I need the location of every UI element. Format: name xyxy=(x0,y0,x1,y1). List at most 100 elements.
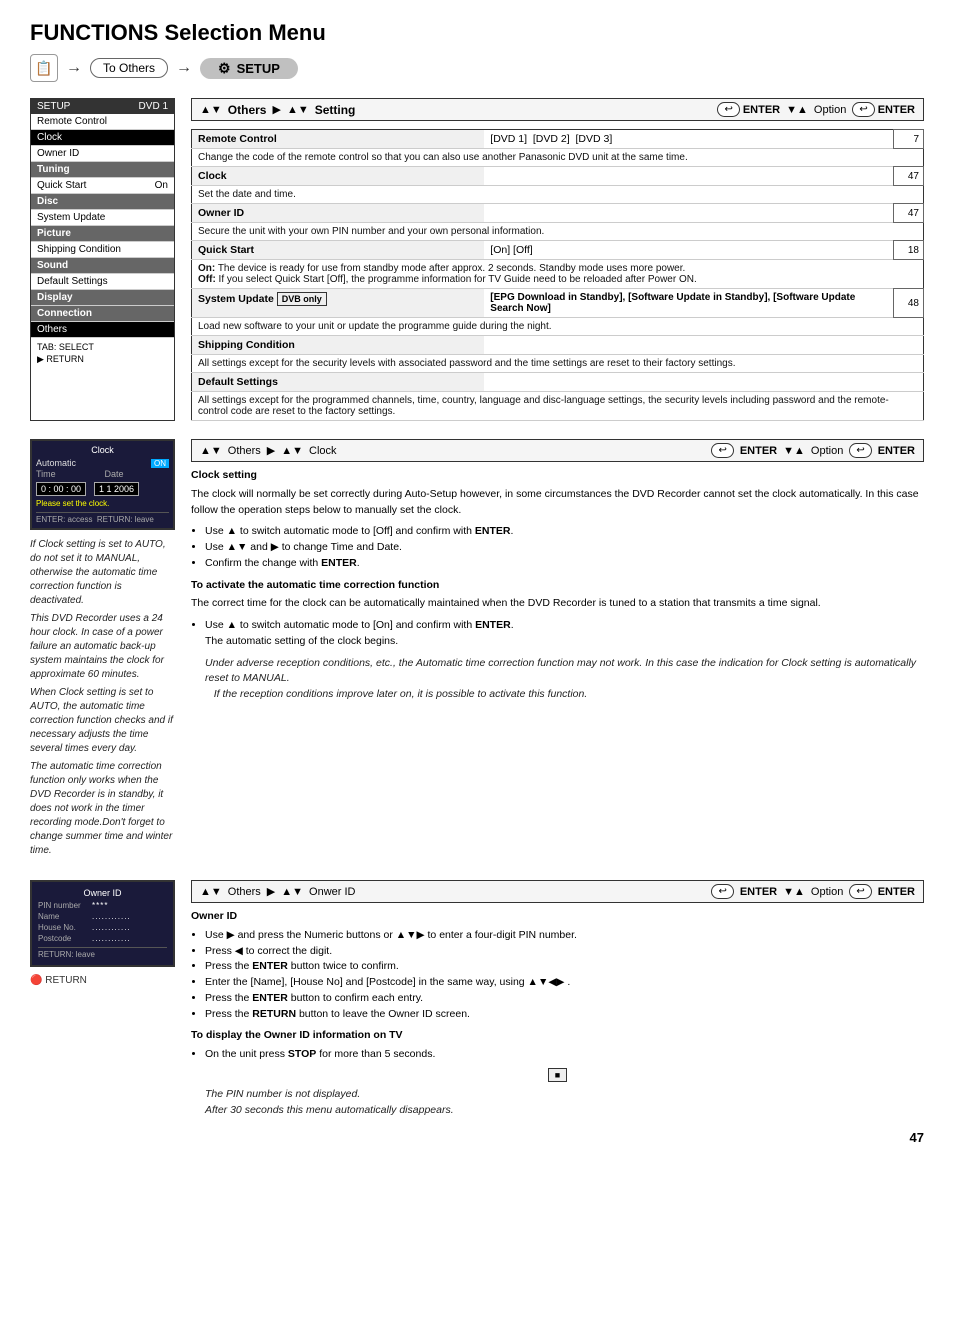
row-system-update: System Update DVB only [EPG Download in … xyxy=(192,289,924,318)
menu-item-default-settings[interactable]: Default Settings xyxy=(31,274,174,290)
clock-italic-note: Under adverse reception conditions, etc.… xyxy=(205,656,924,703)
postcode-label: Postcode xyxy=(38,934,88,943)
clock-auto-row: Automatic ON xyxy=(36,458,169,468)
main-content: SETUP DVD 1 Remote Control Clock Owner I… xyxy=(30,98,924,421)
row-default: Default Settings xyxy=(192,373,924,392)
enter-label-2: ENTER xyxy=(878,104,915,116)
enter-icon-2: ↩ xyxy=(852,102,874,117)
menu-item-system-update[interactable]: System Update xyxy=(31,210,174,226)
owner-nav-arrows: ▲▼ xyxy=(200,886,222,898)
row-remote-desc: Change the code of the remote control so… xyxy=(192,149,924,167)
desc-owner: Secure the unit with your own PIN number… xyxy=(192,223,894,241)
nav-arrows-1: ▲▼ xyxy=(200,104,222,116)
menu-item-shipping-condition[interactable]: Shipping Condition xyxy=(31,242,174,258)
nav-enter-2: ↩ ENTER xyxy=(852,102,915,117)
owner-left: Owner ID PIN number **** Name ..........… xyxy=(30,880,175,1118)
row-value-system: [EPG Download in Standby], [Software Upd… xyxy=(484,289,893,318)
row-number-owner: 47 xyxy=(894,204,924,223)
nav-bar-1: ▲▼ Others ▶ ▲▼ Setting ↩ ENTER ▼▲ Option… xyxy=(191,98,924,121)
owner-va: ▼▲ xyxy=(783,886,805,898)
owner-bullet-1: Use ▶ and press the Numeric buttons or ▲… xyxy=(205,928,924,944)
menu-section-disc: Disc xyxy=(31,194,174,210)
nav-label-setting: Setting xyxy=(315,103,356,117)
clock-nav-others: Others xyxy=(228,445,261,457)
clock-nav-arrows: ▲▼ xyxy=(200,445,222,457)
owner-name-row: Name ............ xyxy=(38,912,167,921)
row-clock: Clock 47 xyxy=(192,167,924,186)
clock-enter-icon2: ↩ xyxy=(849,443,871,458)
owner-nav-bar: ▲▼ Others ▶ ▲▼ Onwer ID ↩ ENTER ▼▲ Optio… xyxy=(191,880,924,903)
row-shipping-desc: All settings except for the security lev… xyxy=(192,355,924,373)
date-input[interactable]: 1 1 2006 xyxy=(94,482,139,496)
name-label: Name xyxy=(38,912,88,921)
menu-section-tuning: Tuning xyxy=(31,162,174,178)
setup-icon: ⚙ xyxy=(218,60,231,77)
row-header-owner: Owner ID xyxy=(192,204,485,223)
menu-item-others[interactable]: Others xyxy=(31,322,174,338)
setup-menu-title: SETUP xyxy=(37,101,70,112)
quick-start-value: On xyxy=(155,180,168,191)
breadcrumb-setup: ⚙ SETUP xyxy=(200,58,298,79)
setup-menu-dvd: DVD 1 xyxy=(139,101,168,112)
clock-left: Clock Automatic ON Time Date 0 : 00 : 00… xyxy=(30,439,175,862)
clock-note-3: When Clock setting is set to AUTO, the a… xyxy=(30,686,175,756)
row-number-quick: 18 xyxy=(894,241,924,260)
menu-section-connection: Connection xyxy=(31,306,174,322)
breadcrumb-arrow1: → xyxy=(66,59,82,77)
desc-quick: On: The device is ready for use from sta… xyxy=(192,260,894,289)
houseno-label: House No. xyxy=(38,923,88,932)
owner-bullet-3: Press the ENTER button twice to confirm. xyxy=(205,959,924,975)
owner-display-header: To display the Owner ID information on T… xyxy=(191,1028,924,1044)
breadcrumb-arrow2: → xyxy=(176,59,192,77)
clock-auto-header: To activate the automatic time correctio… xyxy=(191,578,924,594)
nav-enter-1: ↩ ENTER xyxy=(717,102,780,117)
settings-table: Remote Control [DVD 1] [DVD 2] [DVD 3] 7… xyxy=(191,129,924,421)
nav-arrows-2: ▲▼ xyxy=(287,104,309,116)
clock-prompt: Please set the clock. xyxy=(36,499,169,508)
owner-display-bullet-1: On the unit press STOP for more than 5 s… xyxy=(205,1047,924,1063)
clock-bullet-3: Confirm the change with ENTER. xyxy=(205,556,924,572)
clock-nav-arrows2: ▲▼ xyxy=(281,445,303,457)
menu-item-clock[interactable]: Clock xyxy=(31,130,174,146)
desc-remote: Change the code of the remote control so… xyxy=(192,149,894,167)
date-label: Date xyxy=(105,469,170,479)
owner-enter-icon1: ↩ xyxy=(711,884,733,899)
clock-bullet-1: Use ▲ to switch automatic mode to [Off] … xyxy=(205,524,924,540)
owner-bullet-4: Enter the [Name], [House No] and [Postco… xyxy=(205,975,924,991)
pin-label: PIN number xyxy=(38,901,88,910)
clock-bullet-2: Use ▲▼ and ▶ to change Time and Date. xyxy=(205,540,924,556)
menu-item-remote-control[interactable]: Remote Control xyxy=(31,114,174,130)
owner-enter-icon2: ↩ xyxy=(849,884,871,899)
menu-item-quick-start[interactable]: Quick Start On xyxy=(31,178,174,194)
time-input[interactable]: 0 : 00 : 00 xyxy=(36,482,86,496)
clock-nav: ENTER: access RETURN: leave xyxy=(36,512,169,524)
row-header-clock: Clock xyxy=(192,167,485,186)
enter-label-1: ENTER xyxy=(743,104,780,116)
clock-nav-clock: Clock xyxy=(309,445,337,457)
name-value: ............ xyxy=(92,912,131,921)
houseno-value: ............ xyxy=(92,923,131,932)
nav-arrow-right-1: ▶ xyxy=(272,103,280,116)
owner-postcode-row: Postcode ............ xyxy=(38,934,167,943)
owner-enter-label1: ENTER xyxy=(740,886,777,898)
clock-setting-header: Clock setting xyxy=(191,468,924,484)
setup-menu: SETUP DVD 1 Remote Control Clock Owner I… xyxy=(30,98,175,421)
row-default-desc: All settings except for the programmed c… xyxy=(192,392,924,421)
menu-section-sound: Sound xyxy=(31,258,174,274)
dvb-badge: DVB only xyxy=(277,292,327,306)
owner-pin-row: PIN number **** xyxy=(38,901,167,910)
row-quick-start: Quick Start [On] [Off] 18 xyxy=(192,241,924,260)
row-header-system: System Update DVB only xyxy=(192,289,485,318)
clock-mini-screen: Clock Automatic ON Time Date 0 : 00 : 00… xyxy=(30,439,175,530)
menu-item-owner-id[interactable]: Owner ID xyxy=(31,146,174,162)
owner-nav-arrows2: ▲▼ xyxy=(281,886,303,898)
clock-auto-bullet-1: Use ▲ to switch automatic mode to [On] a… xyxy=(205,618,924,650)
page-number: 47 xyxy=(30,1130,924,1145)
enter-icon-1: ↩ xyxy=(717,102,739,117)
stop-button-icon: ■ xyxy=(548,1068,567,1082)
row-number-clock: 47 xyxy=(894,167,924,186)
owner-icon-indicator: 🔴 RETURN xyxy=(30,975,175,986)
clock-note-4: The automatic time correction function o… xyxy=(30,760,175,858)
row-header-default: Default Settings xyxy=(192,373,485,392)
setup-nav-hint2: ▶ RETURN xyxy=(37,354,168,365)
